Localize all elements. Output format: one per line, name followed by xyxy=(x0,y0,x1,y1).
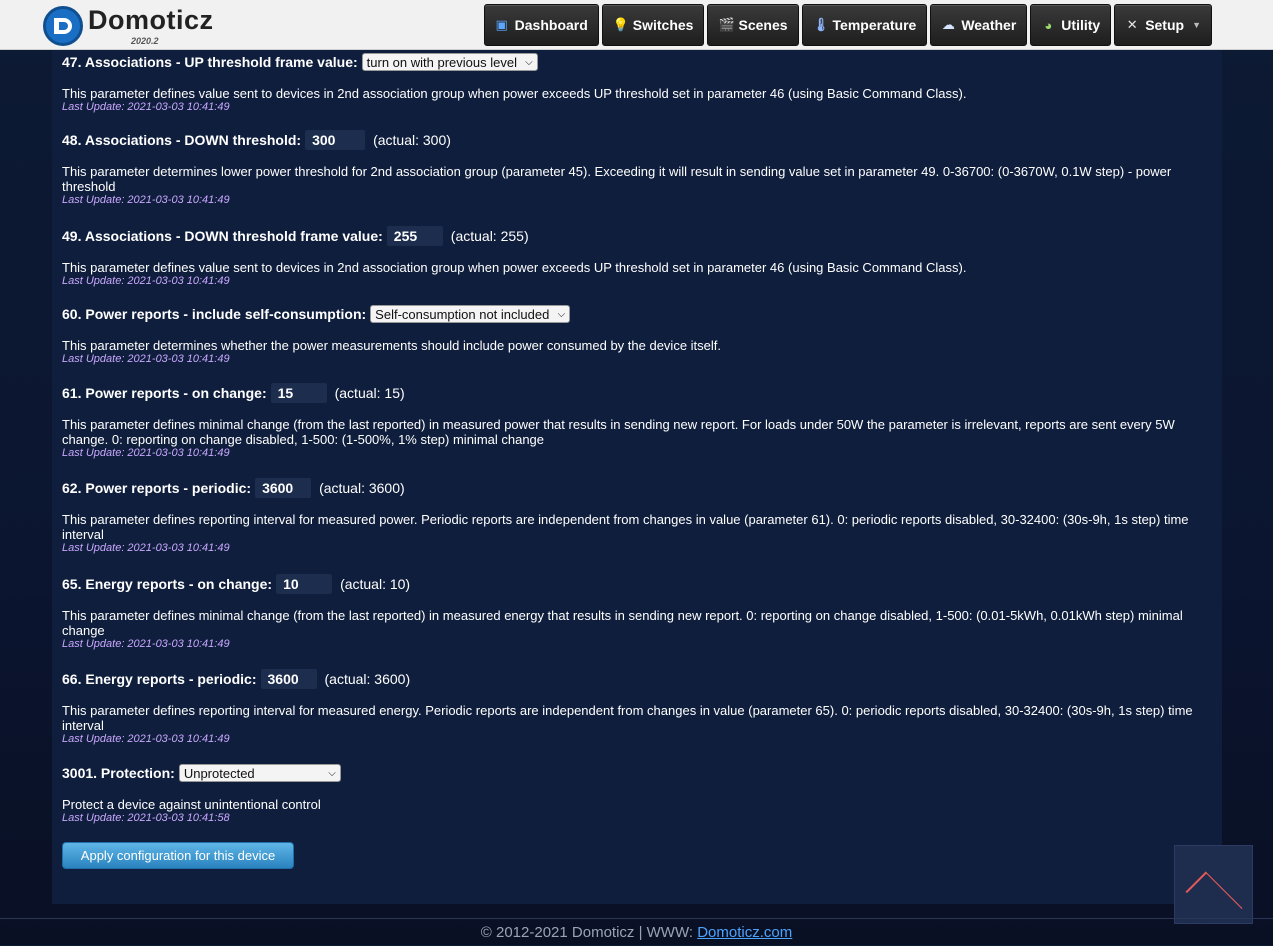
param-description: This parameter defines minimal change (f… xyxy=(62,417,1175,447)
param-65-input[interactable]: 10 xyxy=(276,574,333,594)
param-3001-select[interactable]: Unprotected ⌵ xyxy=(178,764,341,782)
config-panel: 47. Associations - UP threshold frame va… xyxy=(52,50,1222,904)
param-47-select[interactable]: turn on with previous level ⌵ xyxy=(361,53,538,71)
footer-link[interactable]: Domoticz.com xyxy=(697,924,792,941)
main-nav: ▣ Dashboard 💡 Switches 🎬 Scenes 🌡 Temper… xyxy=(483,4,1212,46)
param-title: 65. Energy reports - on change: xyxy=(62,576,273,592)
param-last-update: Last Update: 2021-03-03 10:41:49 xyxy=(62,542,230,554)
param-last-update: Last Update: 2021-03-03 10:41:49 xyxy=(62,638,230,650)
nav-temperature[interactable]: 🌡 Temperature xyxy=(801,4,928,46)
nav-label: Setup xyxy=(1145,17,1185,33)
param-last-update: Last Update: 2021-03-03 10:41:49 xyxy=(62,101,230,113)
param-48: 48. Associations - DOWN threshold: 300 (… xyxy=(62,130,1212,207)
chevron-down-icon: ⌵ xyxy=(525,56,533,68)
domoticz-logo-icon xyxy=(43,6,83,46)
param-description: This parameter defines reporting interva… xyxy=(62,703,1193,733)
top-bar: Domoticz 2020.2 ▣ Dashboard 💡 Switches 🎬… xyxy=(0,0,1273,50)
param-actual: (actual: 300) xyxy=(373,132,451,148)
chevron-down-icon: ⌵ xyxy=(557,308,566,320)
param-title: 49. Associations - DOWN threshold frame … xyxy=(62,228,383,244)
param-last-update: Last Update: 2021-03-03 10:41:58 xyxy=(62,812,230,824)
param-title: 48. Associations - DOWN threshold: xyxy=(62,132,302,148)
param-last-update: Last Update: 2021-03-03 10:41:49 xyxy=(62,733,230,745)
chevron-down-icon: ⌵ xyxy=(328,767,336,779)
dashboard-icon: ▣ xyxy=(495,17,508,32)
nav-label: Temperature xyxy=(832,17,917,33)
param-3001: 3001. Protection: Unprotected ⌵ Protect a… xyxy=(62,763,1212,825)
thermometer-icon: 🌡 xyxy=(812,17,830,32)
param-49-input[interactable]: 255 xyxy=(386,226,443,246)
param-65: 65. Energy reports - on change: 10 (actu… xyxy=(62,574,1212,651)
scroll-to-top-button[interactable] xyxy=(1174,845,1253,929)
param-title: 61. Power reports - on change: xyxy=(62,385,267,401)
param-66-input[interactable]: 3600 xyxy=(260,669,317,689)
logo[interactable]: Domoticz 2020.2 xyxy=(43,5,213,47)
footer-copyright: © 2012-2021 Domoticz | WWW: xyxy=(480,924,694,941)
param-49: 49. Associations - DOWN threshold frame … xyxy=(62,226,1212,288)
nav-weather[interactable]: ☁ Weather xyxy=(930,4,1028,46)
param-60: 60. Power reports - include self-consump… xyxy=(62,304,1212,366)
nav-dashboard[interactable]: ▣ Dashboard xyxy=(483,4,599,46)
nav-utility[interactable]: ◕ Utility xyxy=(1030,4,1112,46)
param-actual: (actual: 255) xyxy=(450,228,529,244)
param-description: This parameter determines whether the po… xyxy=(62,338,722,353)
param-66: 66. Energy reports - periodic: 3600 (act… xyxy=(62,669,1212,746)
nav-label: Switches xyxy=(632,17,694,33)
param-description: This parameter defines reporting interva… xyxy=(62,512,1189,542)
select-value: Unprotected xyxy=(183,765,255,781)
nav-label: Dashboard xyxy=(514,17,588,33)
param-description: This parameter defines minimal change (f… xyxy=(62,608,1183,638)
param-actual: (actual: 3600) xyxy=(319,480,405,496)
caret-down-icon: ▼ xyxy=(1192,20,1201,30)
app-name: Domoticz xyxy=(88,5,214,35)
apply-config-button[interactable]: Apply configuration for this device xyxy=(62,842,294,869)
param-60-select[interactable]: Self-consumption not included ⌵ xyxy=(370,305,571,323)
nav-setup[interactable]: ✕ Setup ▼ xyxy=(1114,4,1212,46)
param-actual: (actual: 15) xyxy=(334,385,405,401)
param-62: 62. Power reports - periodic: 3600 (actu… xyxy=(62,478,1212,555)
param-title: 62. Power reports - periodic: xyxy=(62,480,252,496)
param-actual: (actual: 10) xyxy=(340,576,411,592)
nav-switches[interactable]: 💡 Switches xyxy=(601,4,705,46)
param-48-input[interactable]: 300 xyxy=(305,130,366,150)
select-value: Self-consumption not included xyxy=(375,306,550,322)
param-61-input[interactable]: 15 xyxy=(270,383,327,403)
nav-label: Weather xyxy=(961,17,1017,33)
param-description: Protect a device against unintentional c… xyxy=(62,797,321,812)
param-title: 60. Power reports - include self-consump… xyxy=(62,306,367,322)
param-last-update: Last Update: 2021-03-03 10:41:49 xyxy=(62,447,230,459)
nav-label: Utility xyxy=(1061,17,1101,33)
app-version: 2020.2 xyxy=(131,36,159,46)
param-description: This parameter defines value sent to dev… xyxy=(62,86,967,101)
nav-scenes[interactable]: 🎬 Scenes xyxy=(707,4,799,46)
param-description: This parameter defines value sent to dev… xyxy=(62,260,967,275)
cloud-rain-icon: ☁ xyxy=(941,17,955,32)
lightbulb-icon: 💡 xyxy=(612,17,629,32)
param-62-input[interactable]: 3600 xyxy=(255,478,312,498)
param-actual: (actual: 3600) xyxy=(324,671,411,687)
tools-icon: ✕ xyxy=(1126,17,1138,32)
select-value: turn on with previous level xyxy=(366,54,517,70)
clapper-icon: 🎬 xyxy=(718,17,735,32)
param-last-update: Last Update: 2021-03-03 10:41:49 xyxy=(62,275,230,287)
param-description: This parameter determines lower power th… xyxy=(62,164,1172,194)
utility-icon: ◕ xyxy=(1044,17,1053,33)
param-last-update: Last Update: 2021-03-03 10:41:49 xyxy=(62,353,230,365)
param-61: 61. Power reports - on change: 15 (actua… xyxy=(62,383,1212,460)
param-title: 3001. Protection: xyxy=(62,765,175,781)
param-title: 47. Associations - UP threshold frame va… xyxy=(62,54,358,70)
param-title: 66. Energy reports - periodic: xyxy=(62,671,257,687)
footer: © 2012-2021 Domoticz | WWW: Domoticz.com xyxy=(0,918,1273,945)
param-47: 47. Associations - UP threshold frame va… xyxy=(62,52,1212,114)
nav-label: Scenes xyxy=(738,17,788,33)
param-last-update: Last Update: 2021-03-03 10:41:49 xyxy=(62,194,230,206)
